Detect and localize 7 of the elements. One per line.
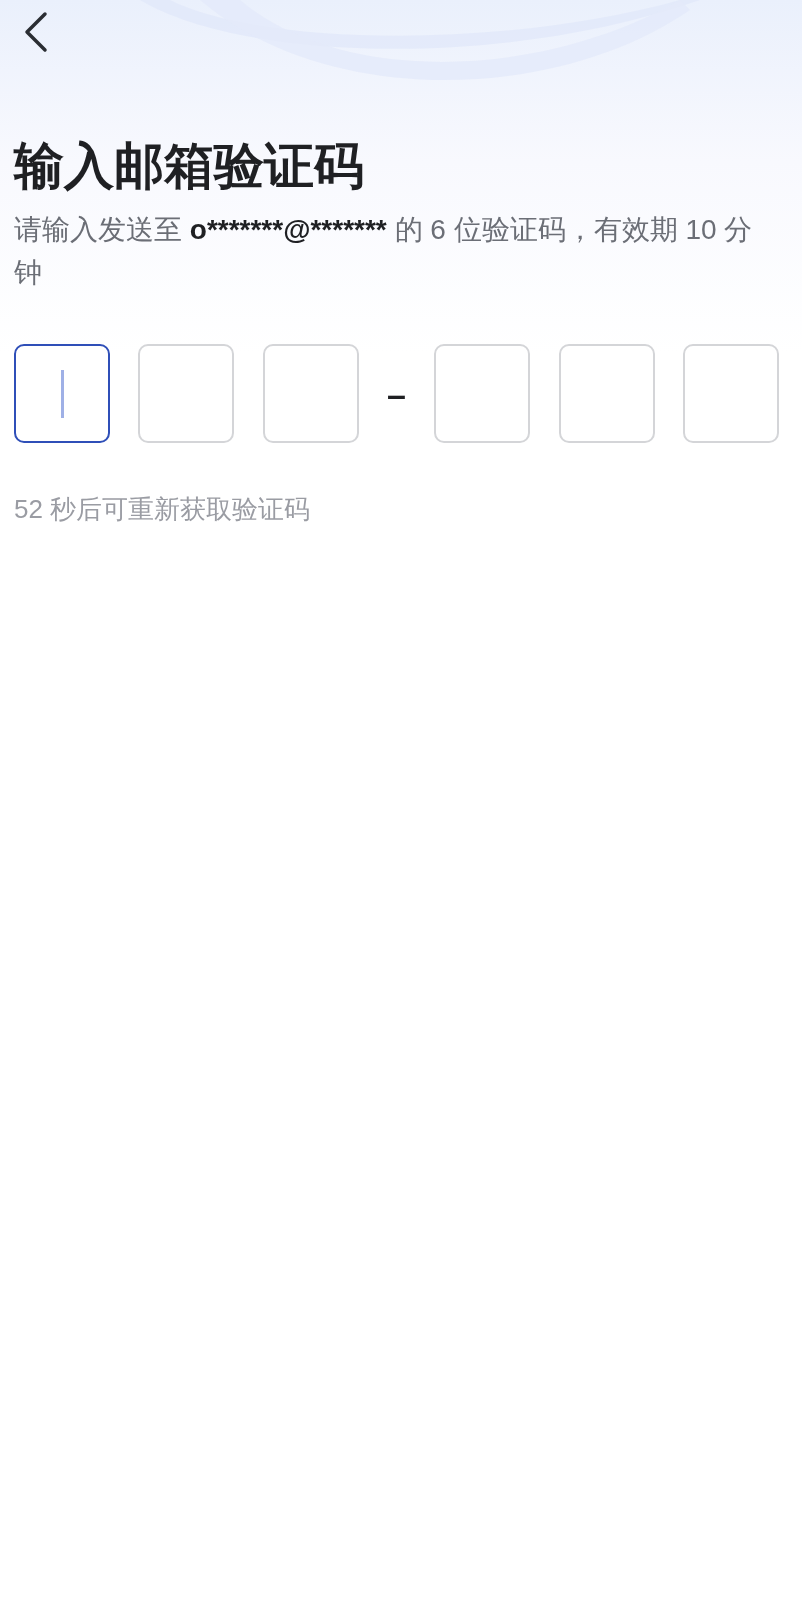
separator-dash: – [387, 373, 406, 414]
text-cursor [60, 369, 64, 418]
page-title: 输入邮箱验证码 [14, 137, 365, 196]
resend-countdown-text: 52 秒后可重新获取验证码 [14, 493, 312, 526]
code-digit-field[interactable] [14, 344, 110, 443]
back-icon [23, 11, 49, 53]
instruction-text: 请输入发送至 o*******@******* 的 6 位验证码，有效期 10 分钟 [14, 213, 754, 290]
